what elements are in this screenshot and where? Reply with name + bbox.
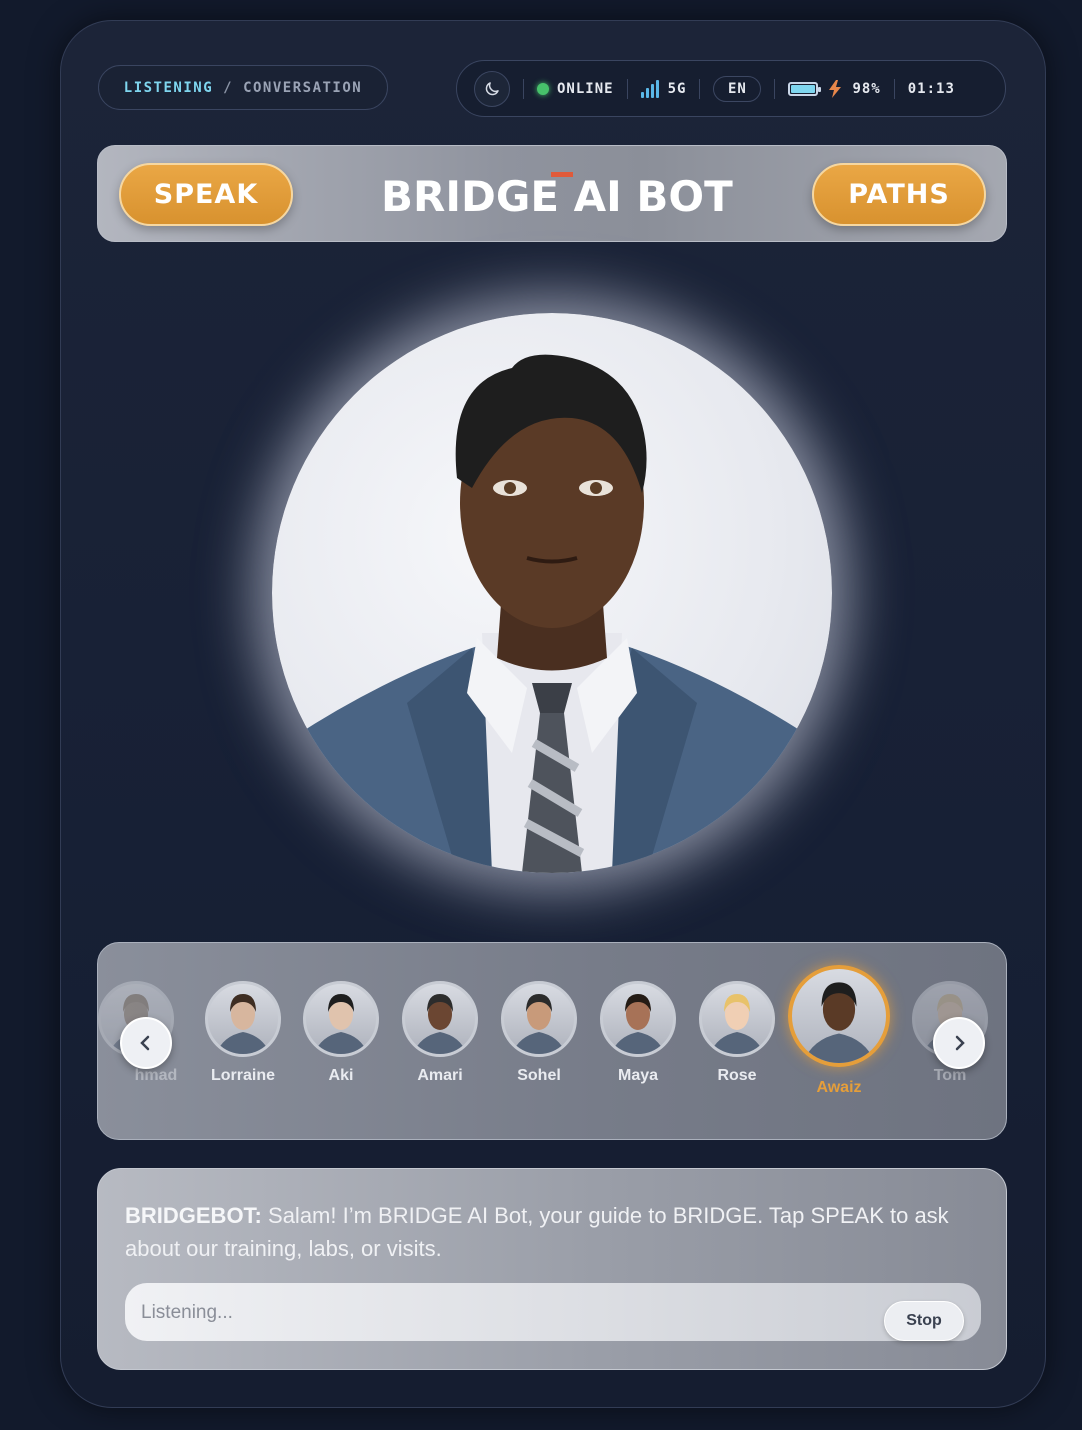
header-bar: SPEAK BRIDGE AI BOT PATHS	[97, 145, 1007, 242]
mode-label: LISTENING	[123, 79, 214, 96]
carousel-prev-button[interactable]	[120, 1017, 172, 1069]
moon-icon	[485, 81, 499, 95]
connection-status: ONLINE	[557, 80, 614, 97]
clock: 01:13	[907, 80, 955, 97]
divider	[893, 78, 895, 99]
avatar-thumbnail[interactable]	[600, 981, 676, 1057]
divider	[774, 78, 776, 99]
chevron-left-icon	[140, 1035, 150, 1051]
stop-button[interactable]: Stop	[884, 1301, 964, 1341]
theme-toggle-button[interactable]	[474, 70, 510, 107]
logo-accent	[551, 172, 573, 177]
breadcrumb: LISTENING / CONVERSATION	[98, 65, 388, 110]
charging-icon	[829, 79, 842, 98]
divider	[699, 78, 701, 99]
avatar-thumbnail[interactable]	[501, 981, 577, 1057]
language-button[interactable]: EN	[713, 75, 762, 102]
avatar-thumbnail[interactable]	[205, 981, 281, 1057]
avatar-name-label: Rose	[717, 1067, 757, 1084]
avatar-thumbnail[interactable]	[788, 965, 890, 1067]
carousel-next-button[interactable]	[933, 1017, 985, 1069]
context-label: CONVERSATION	[243, 79, 363, 96]
app-logo: BRIDGE AI BOT	[381, 172, 733, 222]
chat-input[interactable]	[125, 1283, 883, 1343]
paths-button[interactable]: PATHS	[812, 163, 986, 226]
chevron-right-icon	[955, 1035, 965, 1051]
divider	[523, 78, 524, 99]
speak-button[interactable]: SPEAK	[119, 163, 293, 226]
status-bar: ONLINE 5G EN 98% 01:13	[456, 60, 1006, 117]
avatar-name-label: Awaiz	[816, 1079, 862, 1096]
network-type: 5G	[667, 80, 687, 97]
avatar-name-label: Aki	[328, 1067, 354, 1084]
speaker-label: BRIDGEBOT:	[125, 1203, 262, 1228]
avatar-thumbnail[interactable]	[303, 981, 379, 1057]
bot-message: BRIDGEBOT: Salam! I’m BRIDGE AI Bot, you…	[125, 1199, 965, 1265]
avatar-name-label: Lorraine	[210, 1067, 275, 1084]
breadcrumb-separator: /	[223, 79, 234, 96]
language-label: EN	[728, 80, 747, 97]
avatar-name-label: Maya	[617, 1067, 659, 1084]
divider	[626, 78, 628, 99]
chat-input-container: Stop	[125, 1283, 981, 1343]
avatar-name-label: Sohel	[517, 1067, 561, 1084]
avatar-image	[272, 354, 832, 873]
avatar-name-label: Tom	[933, 1067, 967, 1084]
online-status-dot	[537, 82, 549, 95]
avatar-name-label: hmad	[134, 1067, 178, 1084]
avatar-carousel: hmad Lorraine Aki Amari Sohel Maya Rose Awaiz To…	[97, 942, 1007, 1140]
avatar-name-label: Amari	[417, 1067, 463, 1084]
signal-icon	[640, 79, 659, 98]
avatar-thumbnail[interactable]	[402, 981, 478, 1057]
battery-icon	[788, 81, 822, 96]
avatar-thumbnail[interactable]	[699, 981, 775, 1057]
battery-fill	[791, 84, 815, 93]
avatar-viewport	[272, 313, 832, 873]
battery-percent: 98%	[852, 80, 881, 97]
chat-panel: BRIDGEBOT: Salam! I’m BRIDGE AI Bot, you…	[97, 1168, 1007, 1370]
logo-text: BRIDGE AI BOT	[381, 172, 733, 221]
